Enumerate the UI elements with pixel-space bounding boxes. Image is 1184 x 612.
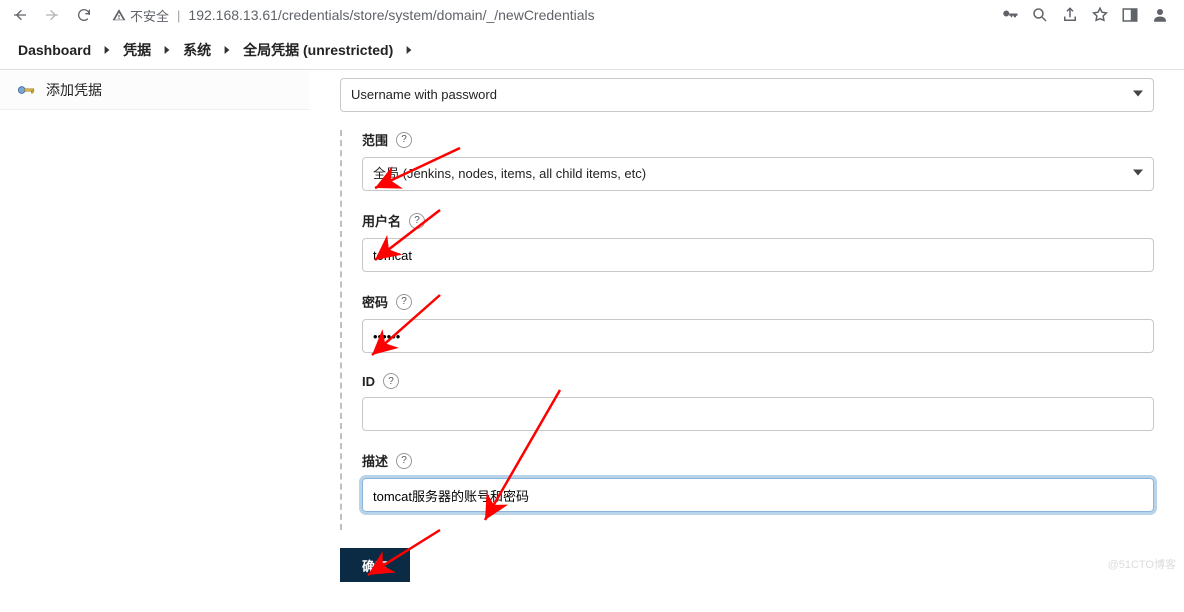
chevron-right-icon (103, 46, 111, 54)
panel-icon (1121, 6, 1139, 24)
watermark: @51CTO博客 (1108, 556, 1176, 572)
id-label: ID (362, 374, 375, 389)
description-input[interactable] (362, 478, 1154, 512)
credentials-icon (18, 84, 36, 96)
sidebar-item-label: 添加凭据 (46, 80, 102, 100)
kind-select[interactable]: Username with password (340, 78, 1154, 112)
crumb-system[interactable]: 系统 (183, 40, 211, 60)
id-input[interactable] (362, 397, 1154, 431)
share-button[interactable] (1056, 1, 1084, 29)
description-label: 描述 (362, 451, 388, 470)
zoom-button[interactable] (1026, 1, 1054, 29)
arrow-left-icon (12, 7, 28, 23)
username-input[interactable] (362, 238, 1154, 272)
kind-select-value: Username with password (340, 78, 1154, 112)
warning-icon (112, 8, 126, 22)
forward-button[interactable] (38, 1, 66, 29)
arrow-right-icon (44, 7, 60, 23)
form-body: 范围 ? 全局 (Jenkins, nodes, items, all chil… (340, 130, 1154, 530)
star-icon (1091, 6, 1109, 24)
field-username: 用户名 ? (362, 211, 1154, 272)
scope-select-value: 全局 (Jenkins, nodes, items, all child ite… (362, 157, 1154, 191)
help-icon[interactable]: ? (409, 213, 425, 229)
reload-button[interactable] (70, 1, 98, 29)
chevron-right-icon (405, 46, 413, 54)
password-input[interactable] (362, 319, 1154, 353)
profile-button[interactable] (1146, 1, 1174, 29)
crumb-credentials[interactable]: 凭据 (123, 40, 151, 60)
main-content: Username with password 范围 ? 全局 (Jenkins,… (310, 70, 1184, 612)
help-icon[interactable]: ? (383, 373, 399, 389)
help-icon[interactable]: ? (396, 132, 412, 148)
username-label: 用户名 (362, 211, 401, 230)
back-button[interactable] (6, 1, 34, 29)
crumb-global[interactable]: 全局凭据 (unrestricted) (243, 40, 393, 60)
person-icon (1151, 6, 1169, 24)
address-separator: | (177, 8, 180, 23)
insecure-badge: 不安全 (112, 6, 169, 25)
page-body: 添加凭据 Username with password 范围 ? 全局 (Jen… (0, 70, 1184, 612)
address-bar[interactable]: 不安全 | 192.168.13.61/credentials/store/sy… (102, 2, 992, 28)
field-description: 描述 ? (362, 451, 1154, 512)
help-icon[interactable]: ? (396, 453, 412, 469)
share-icon (1061, 6, 1079, 24)
scope-select[interactable]: 全局 (Jenkins, nodes, items, all child ite… (362, 157, 1154, 191)
field-password: 密码 ? (362, 292, 1154, 353)
panel-button[interactable] (1116, 1, 1144, 29)
reload-icon (76, 7, 92, 23)
breadcrumb: Dashboard 凭据 系统 全局凭据 (unrestricted) (0, 30, 1184, 70)
insecure-label: 不安全 (130, 6, 169, 25)
help-icon[interactable]: ? (396, 294, 412, 310)
key-button[interactable] (996, 1, 1024, 29)
chevron-right-icon (163, 46, 171, 54)
url-text: 192.168.13.61/credentials/store/system/d… (188, 7, 594, 23)
crumb-dashboard[interactable]: Dashboard (18, 42, 91, 58)
password-label: 密码 (362, 292, 388, 311)
chevron-right-icon (223, 46, 231, 54)
magnifier-icon (1031, 6, 1049, 24)
field-scope: 范围 ? 全局 (Jenkins, nodes, items, all chil… (362, 130, 1154, 191)
submit-button[interactable]: 确定 (340, 548, 410, 582)
bookmark-button[interactable] (1086, 1, 1114, 29)
scope-label: 范围 (362, 130, 388, 149)
field-id: ID ? (362, 373, 1154, 431)
browser-toolbar: 不安全 | 192.168.13.61/credentials/store/sy… (0, 0, 1184, 30)
sidebar-item-add-credentials[interactable]: 添加凭据 (0, 70, 310, 110)
sidebar: 添加凭据 (0, 70, 310, 612)
key-icon (1001, 6, 1019, 24)
